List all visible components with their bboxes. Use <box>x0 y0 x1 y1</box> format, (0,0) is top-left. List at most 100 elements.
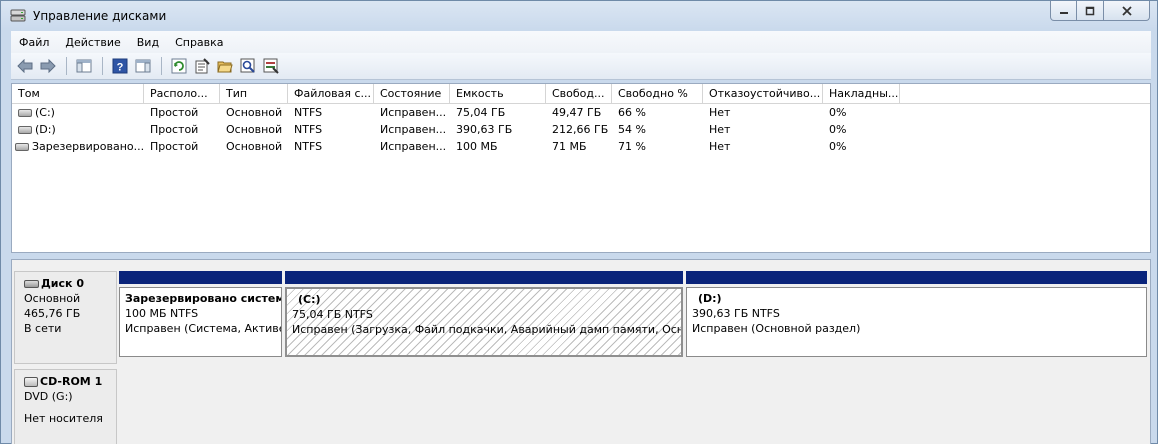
partition-c[interactable]: (C:) 75,04 ГБ NTFS Исправен (Загрузка, Ф… <box>285 271 683 358</box>
volume-name: Зарезервировано... <box>32 140 144 153</box>
partition-size: 75,04 ГБ NTFS <box>292 308 373 321</box>
column-header-overhead[interactable]: Накладны... <box>823 84 900 103</box>
menu-file[interactable]: Файл <box>11 36 57 49</box>
partition-name: (D:) <box>698 292 722 305</box>
disk-0-status: В сети <box>24 322 62 335</box>
menu-help[interactable]: Справка <box>167 36 231 49</box>
partition-system-reserved[interactable]: Зарезервировано системой 100 МБ NTFS Исп… <box>119 271 282 358</box>
window-title: Управление дисками <box>33 9 167 23</box>
column-header-volume[interactable]: Том <box>12 84 144 103</box>
back-arrow-icon[interactable] <box>14 56 36 76</box>
table-cell: Исправен... <box>380 123 447 136</box>
partition-name: (C:) <box>298 293 321 306</box>
partition-status: Исправен (Загрузка, Файл подкачки, Авари… <box>292 323 681 336</box>
table-cell: Основной <box>226 123 283 136</box>
partition-body: (D:) 390,63 ГБ NTFS Исправен (Основной р… <box>686 287 1147 357</box>
refresh-icon[interactable] <box>168 56 190 76</box>
volume-cell: Зарезервировано... <box>12 138 144 155</box>
partition-size: 100 МБ NTFS <box>125 307 199 320</box>
show-hide-action-pane-icon[interactable] <box>132 56 154 76</box>
partition-d[interactable]: (D:) 390,63 ГБ NTFS Исправен (Основной р… <box>686 271 1147 358</box>
disk-0-type: Основной <box>24 292 81 305</box>
disk-0-size: 465,76 ГБ <box>24 307 81 320</box>
table-cell: Основной <box>226 140 283 153</box>
disk-management-icon <box>10 9 26 23</box>
table-cell: 75,04 ГБ <box>456 106 506 119</box>
menu-view[interactable]: Вид <box>129 36 167 49</box>
svg-text:?: ? <box>117 62 124 74</box>
table-row[interactable]: (D:) Простой Основной NTFS Исправен... 3… <box>12 121 1150 138</box>
menu-bar: Файл Действие Вид Справка <box>11 31 1151 53</box>
close-button[interactable] <box>1104 1 1150 21</box>
cdrom-1-label[interactable]: CD-ROM 1 DVD (G:) Нет носителя <box>14 369 117 444</box>
drive-icon <box>18 126 32 134</box>
export-list-icon[interactable] <box>260 56 282 76</box>
disk-management-window: Управление дисками Файл Действие Вид Спр… <box>0 0 1158 444</box>
partition-body: Зарезервировано системой 100 МБ NTFS Исп… <box>119 287 282 357</box>
column-header-free-space[interactable]: Свобод... <box>546 84 612 103</box>
table-cell: NTFS <box>294 123 323 136</box>
table-cell: 212,66 ГБ <box>552 123 609 136</box>
toolbar: ? <box>11 53 1151 80</box>
cdrom-1-status: Нет носителя <box>24 412 103 425</box>
cd-rom-icon <box>24 377 38 387</box>
partition-status: Исправен (Основной раздел) <box>692 322 861 335</box>
table-row[interactable]: (C:) Простой Основной NTFS Исправен... 7… <box>12 104 1150 121</box>
toolbar-separator <box>66 57 67 75</box>
toolbar-separator <box>102 57 103 75</box>
table-cell: 49,47 ГБ <box>552 106 602 119</box>
column-header-capacity[interactable]: Емкость <box>450 84 546 103</box>
table-cell: 0% <box>829 106 847 119</box>
open-folder-icon[interactable] <box>214 56 236 76</box>
column-header-status[interactable]: Состояние <box>374 84 450 103</box>
volume-list: Том Располо... Тип Файловая с... Состоян… <box>11 83 1151 253</box>
disk-0-name: Диск 0 <box>41 277 84 290</box>
properties-icon[interactable] <box>191 56 213 76</box>
disk-graphical-view: Диск 0 Основной 465,76 ГБ В сети Зарезер… <box>11 259 1151 444</box>
table-cell: 66 % <box>618 106 646 119</box>
rescan-disks-icon[interactable] <box>237 56 259 76</box>
column-header-layout[interactable]: Располо... <box>144 84 220 103</box>
table-cell: Нет <box>709 106 731 119</box>
partition-status: Исправен (Система, Активен, Основной раз… <box>125 322 281 335</box>
table-cell: Простой <box>150 123 199 136</box>
table-cell: 54 % <box>618 123 646 136</box>
maximize-button[interactable] <box>1077 1 1104 21</box>
table-cell: NTFS <box>294 106 323 119</box>
window-controls <box>1050 1 1150 21</box>
title-bar[interactable]: Управление дисками <box>1 1 1158 31</box>
partition-bar <box>686 271 1147 284</box>
volume-cell: (C:) <box>12 104 144 121</box>
table-cell: Исправен... <box>380 106 447 119</box>
table-cell: Нет <box>709 140 731 153</box>
toolbar-separator <box>161 57 162 75</box>
volume-cell: (D:) <box>12 121 144 138</box>
forward-arrow-icon[interactable] <box>37 56 59 76</box>
column-header-type[interactable]: Тип <box>220 84 288 103</box>
column-header-filesystem[interactable]: Файловая с... <box>288 84 374 103</box>
show-hide-console-tree-icon[interactable] <box>73 56 95 76</box>
table-cell: Основной <box>226 106 283 119</box>
table-cell: Простой <box>150 106 199 119</box>
table-cell: Нет <box>709 123 731 136</box>
column-header-fault-tolerance[interactable]: Отказоустойчиво... <box>703 84 823 103</box>
column-header-free-percent[interactable]: Свободно % <box>612 84 703 103</box>
drive-icon <box>18 109 32 117</box>
table-cell: NTFS <box>294 140 323 153</box>
partition-bar <box>285 271 683 284</box>
table-cell: 71 % <box>618 140 646 153</box>
table-row[interactable]: Зарезервировано... Простой Основной NTFS… <box>12 138 1150 155</box>
partition-name: Зарезервировано системой <box>125 292 281 305</box>
table-cell: Простой <box>150 140 199 153</box>
partition-body-selected: (C:) 75,04 ГБ NTFS Исправен (Загрузка, Ф… <box>285 287 683 357</box>
help-icon[interactable]: ? <box>109 56 131 76</box>
table-cell: Исправен... <box>380 140 447 153</box>
hard-disk-icon <box>24 280 39 288</box>
minimize-button[interactable] <box>1050 1 1077 21</box>
menu-action[interactable]: Действие <box>57 36 128 49</box>
partition-size: 390,63 ГБ NTFS <box>692 307 780 320</box>
volume-name: (C:) <box>35 106 55 119</box>
cdrom-1-type: DVD (G:) <box>24 390 73 403</box>
disk-0-label[interactable]: Диск 0 Основной 465,76 ГБ В сети <box>14 271 117 364</box>
volume-name: (D:) <box>35 123 56 136</box>
